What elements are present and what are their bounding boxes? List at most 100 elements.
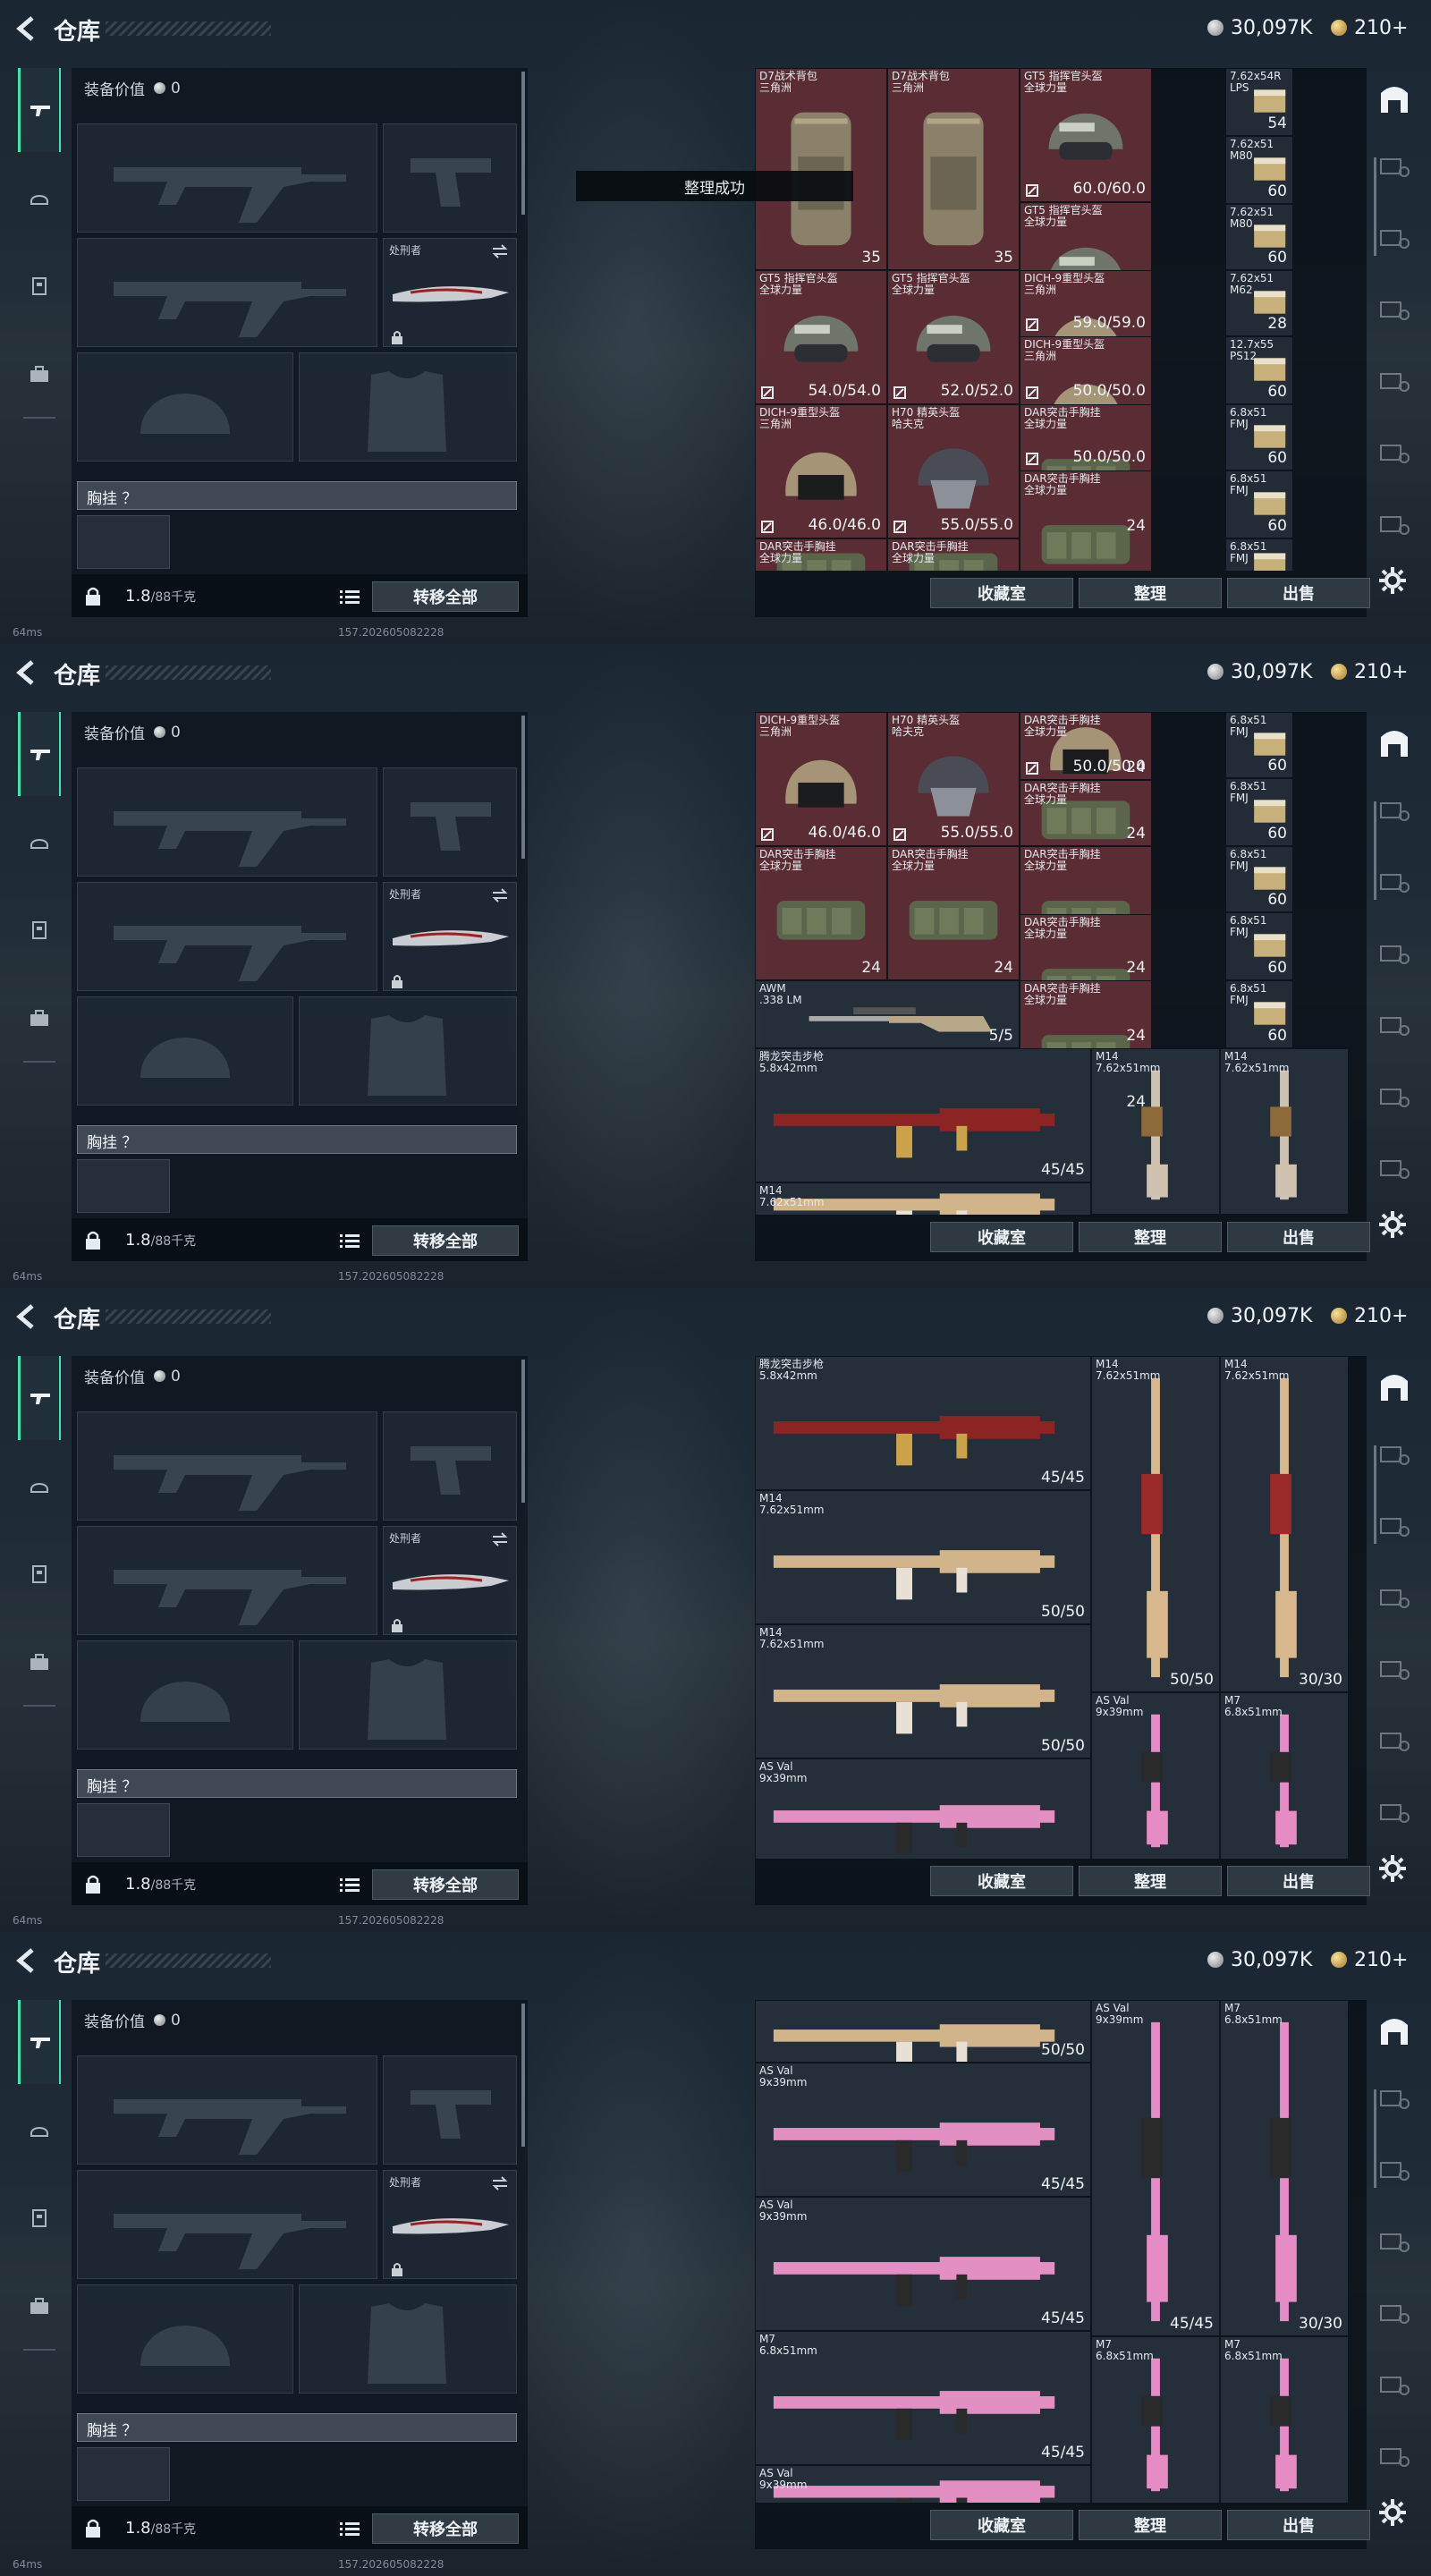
stash-item-cell[interactable]: AWM .338 LM 5/5: [755, 980, 1020, 1048]
tab-helmet[interactable]: [18, 821, 61, 864]
safehouse-exit-icon[interactable]: [1374, 1365, 1415, 1406]
stash-item-cell[interactable]: M7 6.8x51mm: [1220, 1692, 1349, 1859]
stash-scrollbar[interactable]: [1374, 1445, 1376, 1544]
stash-item-cell[interactable]: H70 精英头盔 哈夫克 55.0/55.0: [887, 712, 1020, 846]
transfer-all-button[interactable]: 转移全部: [372, 1225, 519, 1256]
armor-filter-icon[interactable]: [1377, 299, 1411, 322]
rig-filter-icon[interactable]: [1377, 227, 1411, 250]
list-icon[interactable]: [340, 589, 360, 605]
safehouse-exit-icon[interactable]: [1374, 2009, 1415, 2050]
stash-scrollbar[interactable]: [1374, 2089, 1376, 2188]
gold-currency[interactable]: 210+: [1331, 658, 1408, 685]
stash-item-cell[interactable]: M14 7.62x51mm 50/50: [755, 1624, 1091, 1758]
stash-item-cell[interactable]: DICH-9重型头盔 三角洲 46.0/46.0: [755, 712, 887, 846]
weapon-filter-icon[interactable]: [1377, 1658, 1411, 1682]
transfer-all-button[interactable]: 转移全部: [372, 2513, 519, 2544]
sidearm-slot[interactable]: [383, 123, 517, 233]
rig-filter-icon[interactable]: [1377, 1515, 1411, 1538]
gold-currency[interactable]: 210+: [1331, 1946, 1408, 1973]
equipment-scrollbar[interactable]: [521, 716, 525, 859]
secondary-weapon-slot[interactable]: [77, 2170, 377, 2279]
equipment-scrollbar[interactable]: [521, 2004, 525, 2147]
stash-item-cell[interactable]: GT5 指挥官头盔 全球力量 52.0/52.0: [887, 270, 1020, 404]
sort-button[interactable]: 整理: [1079, 578, 1222, 608]
helmet-slot[interactable]: [77, 352, 293, 462]
misc-filter-icon[interactable]: [1377, 1157, 1411, 1181]
stash-item-cell[interactable]: M7 6.8x51mm: [1091, 2336, 1220, 2503]
tab-helmet[interactable]: [18, 177, 61, 220]
safehouse-exit-icon[interactable]: [1374, 77, 1415, 118]
chest-rig-header[interactable]: 胸挂 ？: [77, 481, 517, 510]
tab-case[interactable]: [18, 996, 61, 1039]
settings-gear-icon[interactable]: [1377, 2497, 1408, 2528]
armor-slot[interactable]: [299, 2284, 517, 2394]
ammo-stack-cell[interactable]: 6.8x51 FMJ: [1225, 538, 1293, 571]
stash-item-cell[interactable]: DICH-9重型头盔 三角洲 46.0/46.0: [755, 404, 887, 538]
gold-currency[interactable]: 210+: [1331, 1302, 1408, 1329]
backpack-filter-icon[interactable]: [1377, 156, 1411, 179]
equipment-scrollbar[interactable]: [521, 1360, 525, 1503]
collection-room-button[interactable]: 收藏室: [930, 2510, 1073, 2540]
list-icon[interactable]: [340, 2521, 360, 2537]
melee-slot[interactable]: 处刑者: [383, 1526, 517, 1635]
stash-item-cell[interactable]: M14 7.62x51mm: [1220, 1048, 1349, 1215]
stash-item-cell[interactable]: AS Val 9x39mm: [755, 1758, 1091, 1859]
tab-armor[interactable]: [18, 265, 61, 308]
stash-item-cell[interactable]: AS Val 9x39mm 45/45: [755, 2063, 1091, 2197]
sell-button[interactable]: 出售: [1227, 2510, 1370, 2540]
back-arrow-icon[interactable]: [14, 13, 39, 45]
melee-slot[interactable]: 处刑者: [383, 238, 517, 347]
secondary-weapon-slot[interactable]: [77, 1526, 377, 1635]
armor-slot[interactable]: [299, 352, 517, 462]
sidearm-slot[interactable]: [383, 767, 517, 877]
tab-weapons[interactable]: [18, 712, 61, 796]
collection-room-button[interactable]: 收藏室: [930, 1222, 1073, 1252]
weapon-filter-icon[interactable]: [1377, 370, 1411, 394]
primary-weapon-slot[interactable]: [77, 2055, 377, 2165]
stash-item-cell[interactable]: D7战术背包 三角洲 35: [887, 68, 1020, 270]
stash-scrollbar[interactable]: [1374, 801, 1376, 900]
collection-room-button[interactable]: 收藏室: [930, 578, 1073, 608]
tab-armor[interactable]: [18, 909, 61, 952]
stash-item-cell[interactable]: AS Val 9x39mm 45/45: [755, 2197, 1091, 2331]
tab-case[interactable]: [18, 1640, 61, 1683]
stash-item-cell[interactable]: M14 7.62x51mm: [755, 1182, 1091, 1215]
ammo-stack-cell[interactable]: 6.8x51 FMJ 60: [1225, 712, 1293, 778]
rig-pouch-slot[interactable]: [77, 515, 170, 569]
stash-item-cell[interactable]: M14 7.62x51mm 30/30: [1220, 1356, 1349, 1692]
ammo-stack-cell[interactable]: 6.8x51 FMJ 60: [1225, 778, 1293, 846]
stash-item-cell[interactable]: DAR突击手胸挂 全球力量: [755, 538, 887, 571]
stash-item-cell[interactable]: 50/50: [755, 2000, 1091, 2063]
ammo-filter-icon[interactable]: [1377, 1086, 1411, 1109]
rig-filter-icon[interactable]: [1377, 871, 1411, 894]
tab-helmet[interactable]: [18, 2109, 61, 2152]
stash-item-cell[interactable]: DAR突击手胸挂 全球力量 24: [1020, 780, 1152, 846]
sort-button[interactable]: 整理: [1079, 1866, 1222, 1896]
armor-filter-icon[interactable]: [1377, 2231, 1411, 2254]
misc-filter-icon[interactable]: [1377, 1801, 1411, 1825]
tab-armor[interactable]: [18, 2197, 61, 2240]
rig-pouch-slot[interactable]: [77, 1159, 170, 1213]
ammo-stack-cell[interactable]: 7.62x54R LPS 54: [1225, 68, 1293, 136]
ammo-stack-cell[interactable]: 6.8x51 FMJ 60: [1225, 912, 1293, 980]
list-icon[interactable]: [340, 1877, 360, 1893]
rig-filter-icon[interactable]: [1377, 2159, 1411, 2182]
stash-item-cell[interactable]: AS Val 9x39mm 45/45: [1091, 2000, 1220, 2336]
stash-item-cell[interactable]: D7战术背包 三角洲 35: [755, 68, 887, 270]
backpack-filter-icon[interactable]: [1377, 2088, 1411, 2111]
primary-weapon-slot[interactable]: [77, 123, 377, 233]
tab-weapons[interactable]: [18, 2000, 61, 2084]
backpack-filter-icon[interactable]: [1377, 1444, 1411, 1467]
ammo-stack-cell[interactable]: 6.8x51 FMJ 60: [1225, 404, 1293, 470]
sell-button[interactable]: 出售: [1227, 1222, 1370, 1252]
ammo-stack-cell[interactable]: 12.7x55 PS12 60: [1225, 336, 1293, 404]
rig-pouch-slot[interactable]: [77, 1803, 170, 1857]
stash-item-cell[interactable]: DAR突击手胸挂 全球力量: [887, 538, 1020, 571]
ammo-stack-cell[interactable]: 7.62x51 M62 28: [1225, 270, 1293, 336]
stash-item-cell[interactable]: H70 精英头盔 哈夫克 55.0/55.0: [887, 404, 1020, 538]
ammo-filter-icon[interactable]: [1377, 442, 1411, 465]
chest-rig-header[interactable]: 胸挂 ？: [77, 2413, 517, 2442]
stash-item-cell[interactable]: 腾龙突击步枪 5.8x42mm 45/45: [755, 1048, 1091, 1182]
secondary-weapon-slot[interactable]: [77, 882, 377, 991]
stash-item-cell[interactable]: AS Val 9x39mm: [755, 2465, 1091, 2503]
